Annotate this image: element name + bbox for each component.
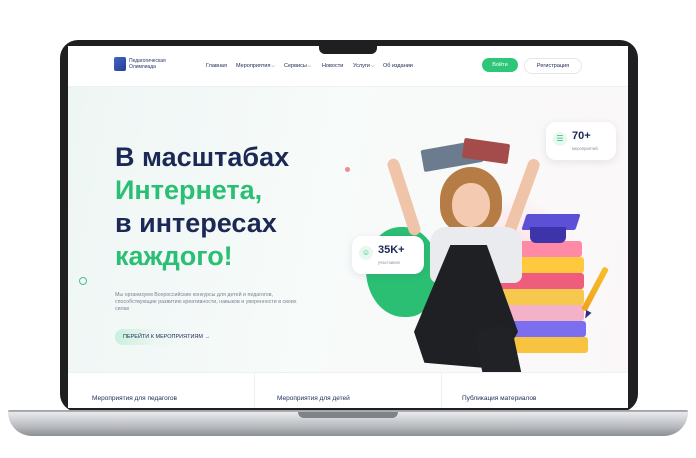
book-illustration bbox=[496, 289, 584, 305]
girl-photo bbox=[452, 183, 490, 227]
nav-item-events[interactable]: Мероприятия⌵ bbox=[236, 63, 275, 69]
graduation-cap-illustration bbox=[530, 227, 566, 243]
stat-card-participants: ☺ 35K+ участников bbox=[352, 236, 424, 274]
login-button[interactable]: Войти bbox=[482, 58, 518, 72]
category-card-teachers[interactable]: Мероприятия для педагогов bbox=[68, 373, 255, 408]
nav-item-about[interactable]: Об издании bbox=[383, 63, 413, 69]
chevron-down-icon: ⌵ bbox=[271, 63, 275, 68]
chevron-down-icon: ⌵ bbox=[307, 63, 312, 68]
checklist-icon: ☰ bbox=[553, 132, 567, 146]
stat-label: участников bbox=[378, 260, 400, 265]
girl-photo bbox=[385, 157, 423, 237]
decor-dot bbox=[345, 167, 350, 172]
stat-card-events: ☰ 70+ мероприятий bbox=[546, 122, 616, 160]
book-illustration bbox=[508, 321, 586, 337]
nav-item-services[interactable]: Сервисы⌵ bbox=[284, 63, 311, 69]
hero-title-line-3: в интересах bbox=[115, 208, 277, 238]
stat-value: 70+ bbox=[572, 130, 591, 142]
stat-value: 35K+ bbox=[378, 244, 405, 256]
hero-lead-text: Мы организуем Всероссийские конкурсы для… bbox=[115, 292, 297, 312]
pencil-illustration bbox=[581, 266, 609, 312]
category-title: Мероприятия для детей bbox=[277, 395, 350, 402]
cta-label: ПЕРЕЙТИ К МЕРОПРИЯТИЯМ bbox=[123, 334, 203, 340]
hero-title-line-2: Интернета, bbox=[115, 175, 263, 205]
events-cta-button[interactable]: ПЕРЕЙТИ К МЕРОПРИЯТИЯМ → bbox=[115, 329, 219, 345]
browser-screen: Педагогическая Олимпиада Главная Меропри… bbox=[68, 46, 628, 408]
category-card-children[interactable]: Мероприятия для детей bbox=[255, 373, 442, 408]
nav-item-services-paid[interactable]: Услуги⌵ bbox=[353, 63, 374, 69]
logo-text[interactable]: Педагогическая Олимпиада bbox=[129, 58, 169, 70]
nav-item-home[interactable]: Главная bbox=[206, 63, 227, 69]
hero-title-line-4: каждого! bbox=[115, 241, 233, 271]
arrow-right-icon: → bbox=[204, 334, 211, 340]
camera-notch bbox=[319, 42, 377, 54]
category-title: Публикация материалов bbox=[462, 395, 537, 402]
stat-label: мероприятий bbox=[572, 146, 598, 151]
register-button[interactable]: Регистрация bbox=[524, 58, 582, 74]
hero-title-line-1: В масштабах bbox=[115, 142, 290, 172]
category-card-publication[interactable]: Публикация материалов bbox=[442, 373, 628, 408]
chevron-down-icon: ⌵ bbox=[370, 63, 375, 68]
category-title: Мероприятия для педагогов bbox=[92, 395, 178, 402]
category-strip: Мероприятия для педагогов Мероприятия дл… bbox=[68, 372, 628, 408]
users-icon: ☺ bbox=[359, 246, 373, 260]
nav-item-news[interactable]: Новости bbox=[322, 63, 343, 69]
laptop-groove bbox=[298, 412, 398, 418]
decor-ring bbox=[79, 277, 87, 285]
logo-icon[interactable] bbox=[114, 57, 126, 71]
